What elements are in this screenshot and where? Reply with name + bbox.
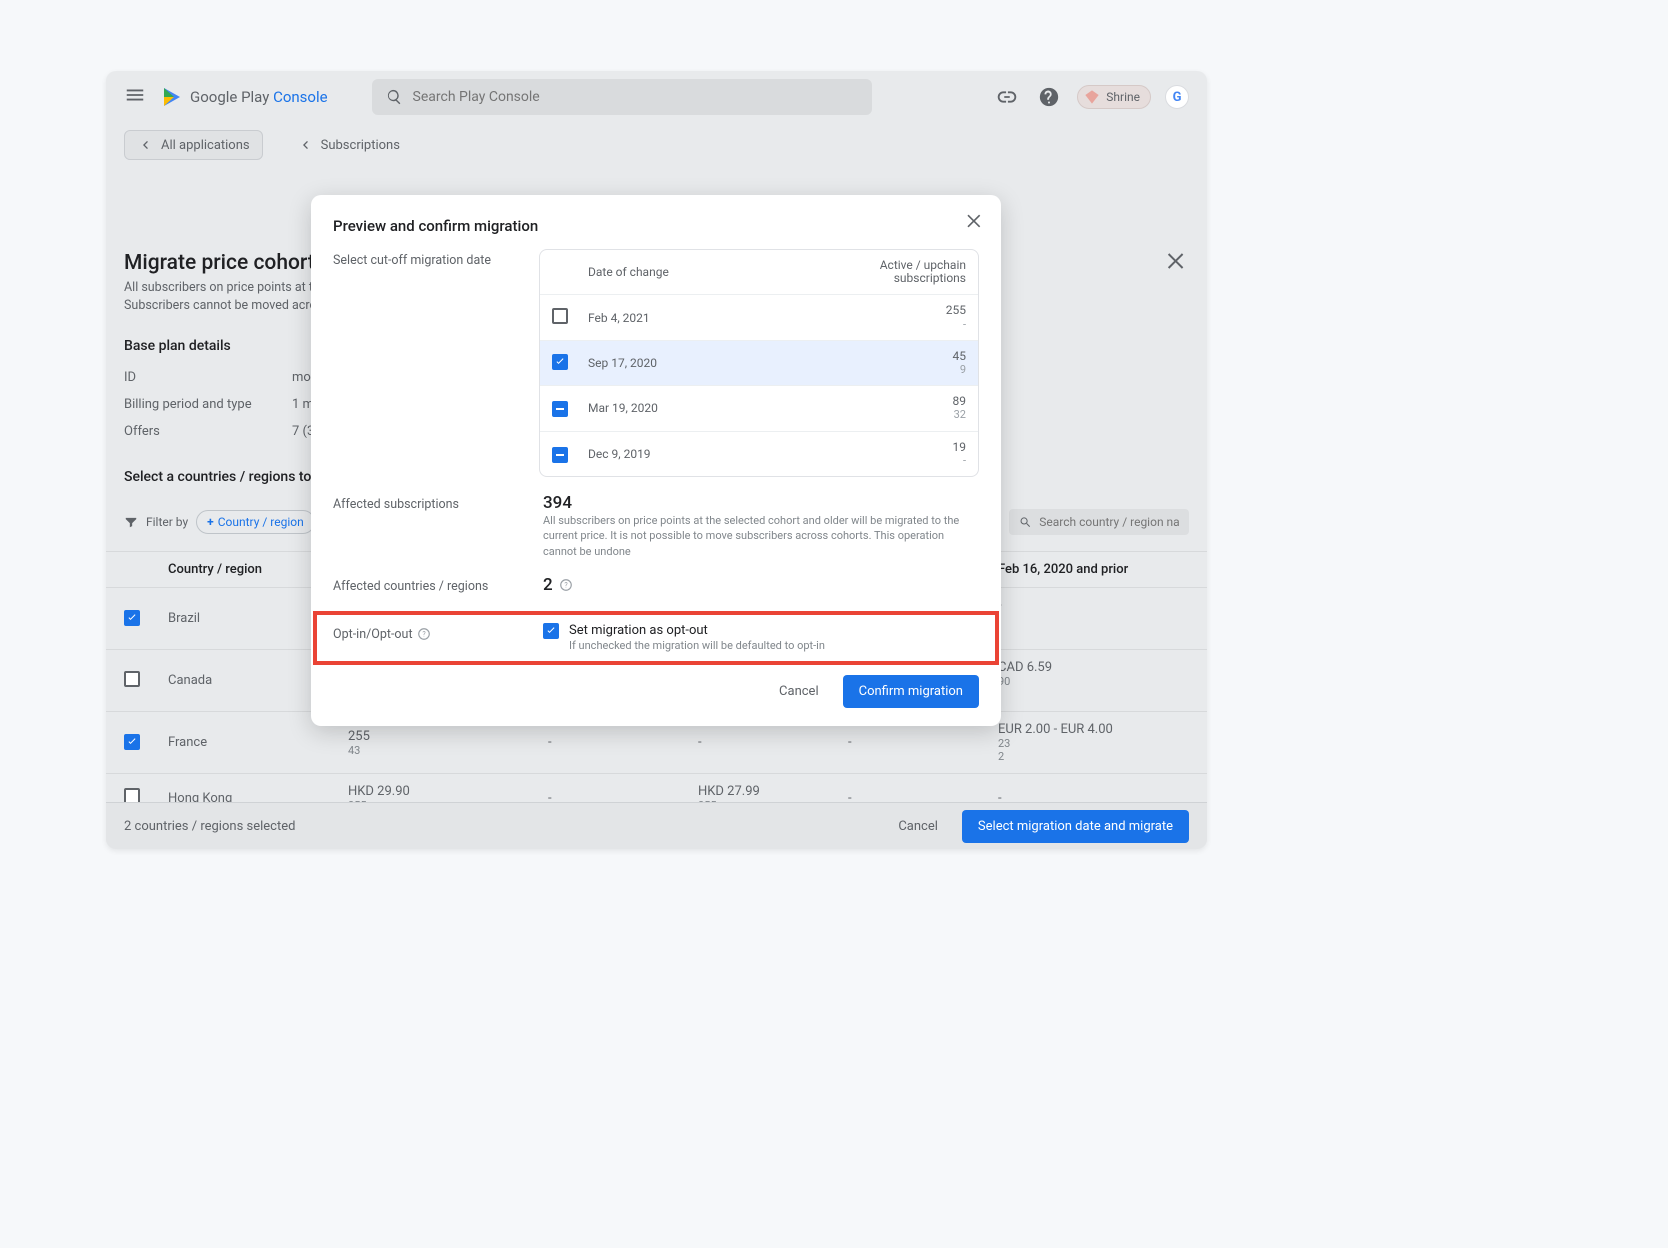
affected-subs-note: All subscribers on price points at the s…	[543, 513, 979, 559]
cohort-date: Dec 9, 2019	[588, 447, 816, 461]
svg-text:?: ?	[422, 630, 426, 638]
th-date-of-change: Date of change	[588, 265, 816, 279]
select-migration-date-button[interactable]: Select migration date and migrate	[962, 810, 1189, 843]
filter-by-label: Filter by	[146, 515, 188, 529]
cutoff-date-label: Select cut-off migration date	[333, 249, 509, 477]
close-icon[interactable]	[1165, 249, 1189, 273]
cohort-checkbox[interactable]	[552, 399, 588, 417]
row-checkbox[interactable]	[124, 610, 168, 628]
affected-subs-value: 394	[543, 493, 979, 513]
filter-icon	[124, 515, 138, 529]
cohort-row[interactable]: Dec 9, 2019 19-	[540, 432, 978, 476]
affected-subs-label: Affected subscriptions	[333, 493, 513, 559]
cohort-date: Mar 19, 2020	[588, 401, 816, 415]
close-icon[interactable]	[965, 211, 985, 231]
dialog-title: Preview and confirm migration	[333, 217, 979, 235]
cohort-checkbox[interactable]	[552, 354, 588, 371]
opt-out-label: Set migration as opt-out	[569, 623, 825, 638]
opt-note: If unchecked the migration will be defau…	[569, 638, 825, 653]
account-avatar[interactable]: G	[1165, 85, 1189, 109]
row-checkbox[interactable]	[124, 734, 168, 752]
dialog-cancel-button[interactable]: Cancel	[765, 675, 833, 708]
opt-in-opt-out-highlight: Opt-in/Opt-out ? Set migration as opt-ou…	[313, 611, 999, 665]
kv-key: ID	[124, 370, 292, 385]
confirm-migration-button[interactable]: Confirm migration	[843, 675, 979, 708]
cohort-date: Sep 17, 2020	[588, 356, 816, 370]
link-icon[interactable]	[993, 83, 1021, 111]
opt-out-checkbox[interactable]	[543, 623, 559, 639]
kv-key: Billing period and type	[124, 397, 292, 412]
cancel-button[interactable]: Cancel	[884, 810, 952, 843]
kv-key: Offers	[124, 424, 292, 439]
svg-text:?: ?	[564, 581, 568, 589]
play-console-logo: Google Play Console	[160, 85, 328, 109]
app-selector-chip[interactable]: Shrine	[1077, 85, 1151, 109]
selection-count: 2 countries / regions selected	[124, 819, 295, 834]
cohort-checkbox[interactable]	[552, 445, 588, 463]
menu-icon[interactable]	[124, 84, 146, 110]
cohort-row[interactable]: Sep 17, 2020 459	[540, 341, 978, 386]
preview-confirm-migration-dialog: Preview and confirm migration Select cut…	[311, 195, 1001, 726]
cohort-checkbox[interactable]	[552, 308, 588, 327]
country-region-search[interactable]	[1009, 509, 1189, 535]
cohort-row[interactable]: Feb 4, 2021 255-	[540, 295, 978, 340]
help-icon[interactable]	[1035, 83, 1063, 111]
search-input[interactable]	[413, 89, 858, 105]
affected-countries-value: 2	[543, 575, 553, 595]
th-active-upchain: Active / upchain subscriptions	[816, 259, 966, 285]
country-name: France	[168, 735, 348, 750]
country-region-search-input[interactable]	[1039, 515, 1179, 529]
help-icon[interactable]: ?	[417, 627, 431, 641]
cohort-date: Feb 4, 2021	[588, 311, 816, 325]
opt-label: Opt-in/Opt-out ?	[333, 623, 513, 653]
affected-countries-label: Affected countries / regions	[333, 575, 513, 595]
th-prior: Feb 16, 2020 and prior	[998, 562, 1158, 577]
subscriptions-breadcrumb[interactable]: Subscriptions	[297, 137, 400, 153]
search-play-console[interactable]	[372, 79, 872, 115]
cohort-row[interactable]: Mar 19, 2020 8932	[540, 386, 978, 431]
filter-chip-country-region[interactable]: +Country / region	[196, 510, 315, 534]
help-icon[interactable]: ?	[559, 578, 573, 592]
row-checkbox[interactable]	[124, 671, 168, 691]
all-applications-button[interactable]: All applications	[124, 130, 263, 160]
